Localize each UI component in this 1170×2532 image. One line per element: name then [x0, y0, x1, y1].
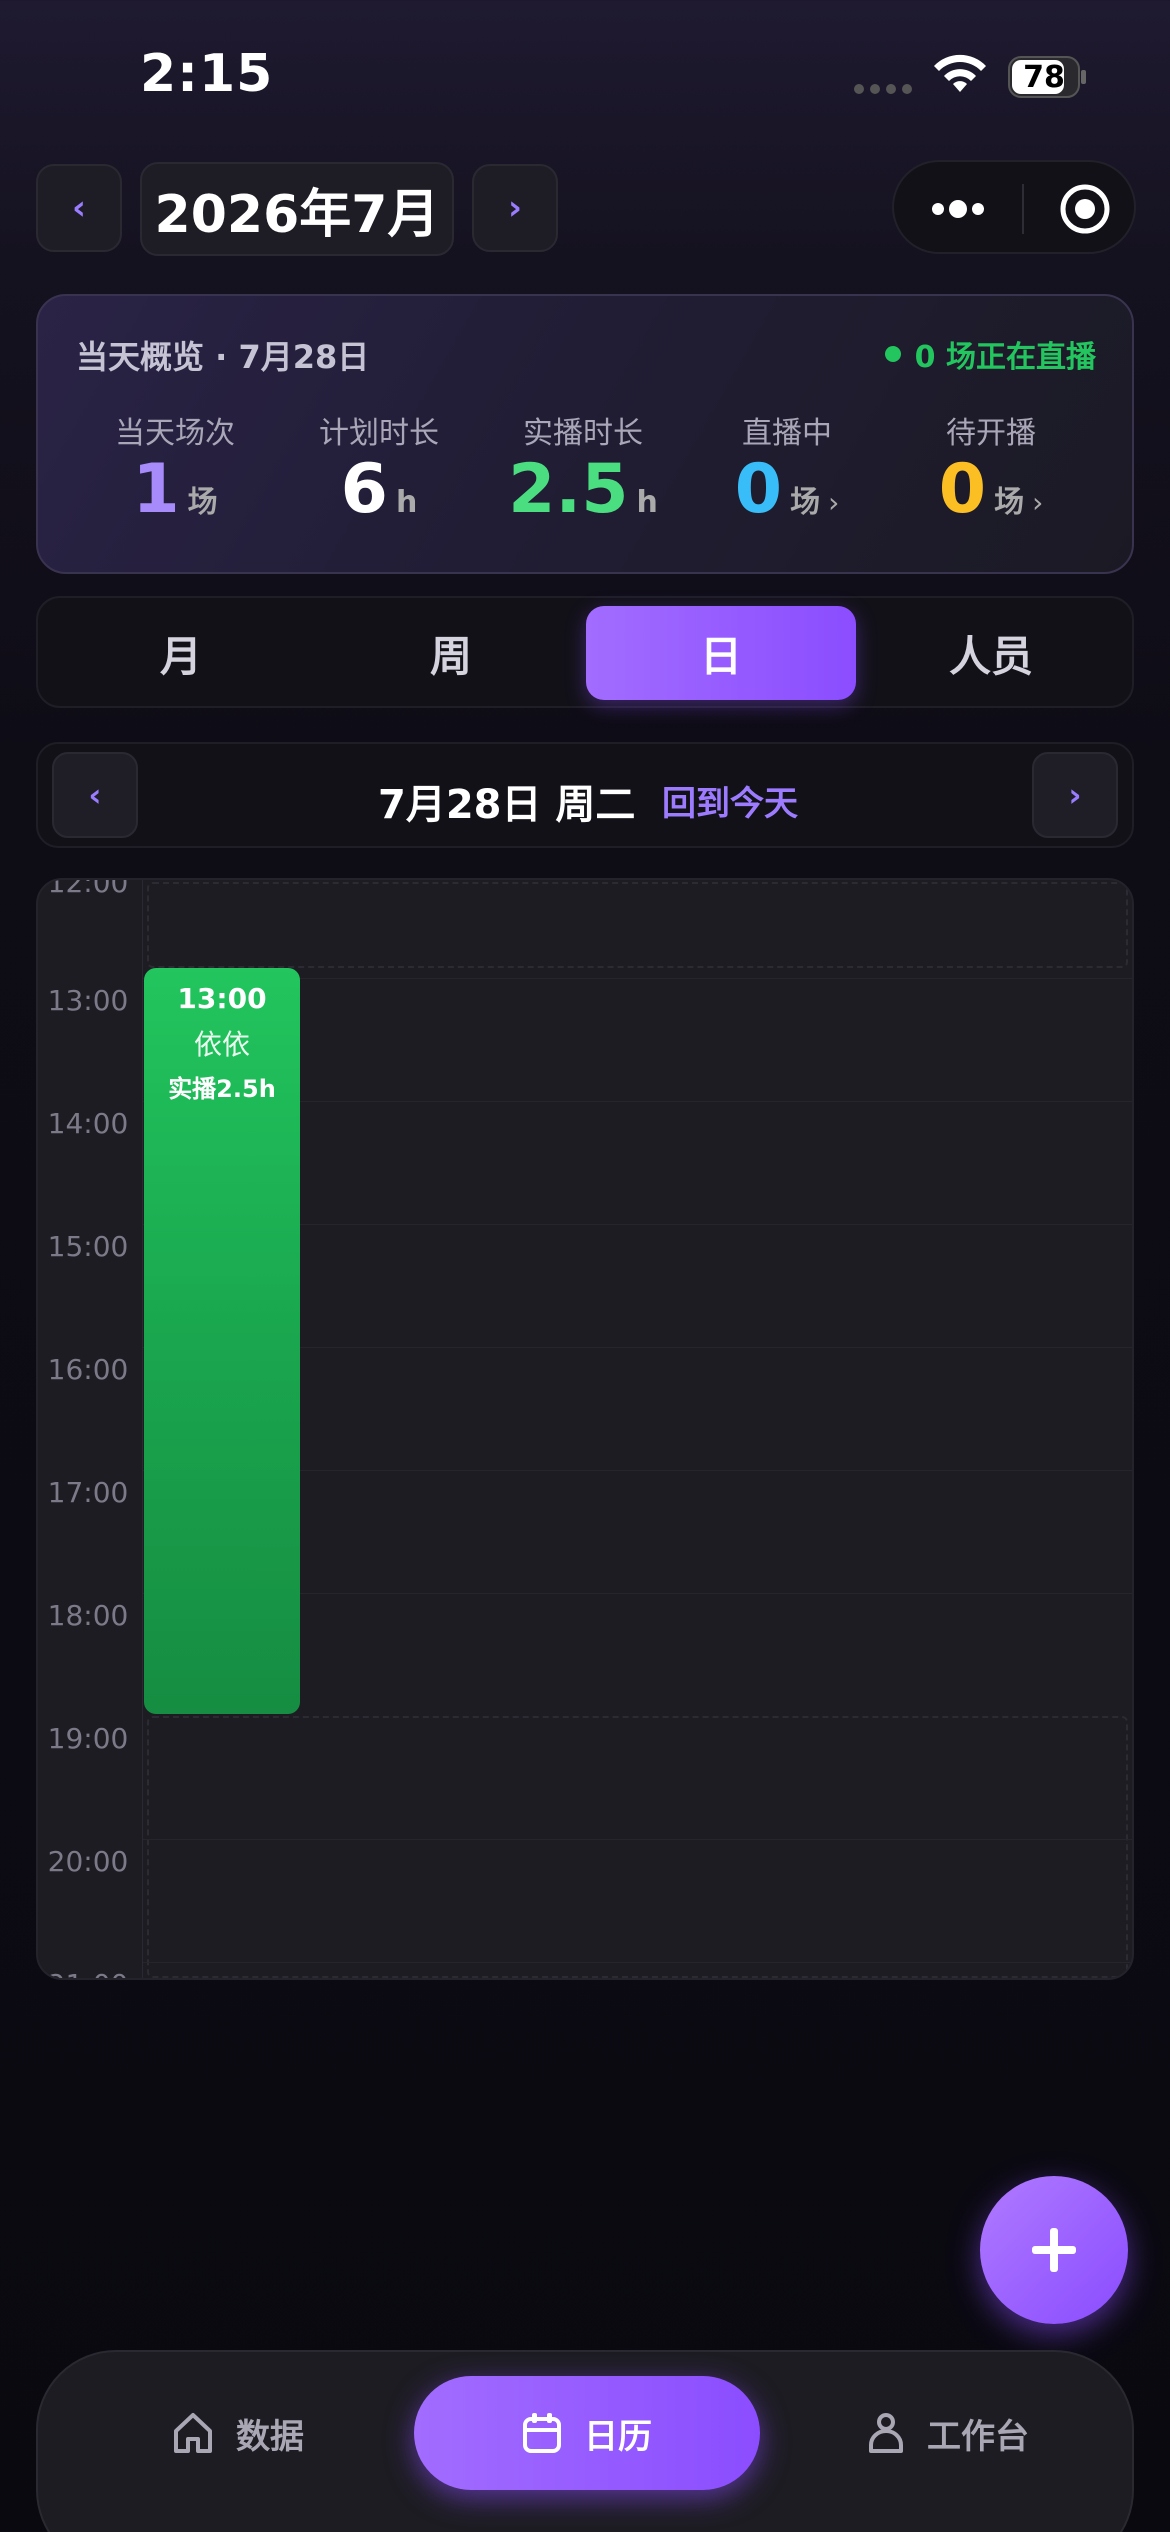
prev-day-button[interactable]: ‹: [52, 752, 138, 838]
user-icon: [869, 2413, 903, 2453]
status-time: 2:15: [140, 44, 274, 104]
hour-label: 20:00: [47, 1845, 129, 1878]
stat-value: 0: [938, 450, 987, 529]
tab-day[interactable]: 日: [586, 606, 856, 700]
stat-unit: 场: [187, 485, 218, 520]
close-target-icon[interactable]: [1058, 182, 1112, 236]
hour-label: 13:00: [47, 984, 129, 1017]
overview-title: 当天概览 · 7月28日: [76, 338, 370, 376]
signal-icon: [854, 84, 912, 94]
mini-program-capsule: [892, 160, 1136, 254]
stat-label: 待开播: [946, 416, 1036, 451]
day-timeline[interactable]: 12:00 13:00 14:00 15:00 16:00 17:00 18:0…: [36, 878, 1134, 1980]
live-dot-icon: [884, 346, 901, 362]
chevron-right-icon: ›: [1032, 486, 1044, 519]
next-month-button[interactable]: ›: [472, 164, 558, 252]
add-session-button[interactable]: [980, 2176, 1128, 2324]
month-title[interactable]: 2026年7月: [140, 162, 454, 256]
day-navigator: ‹ 7月28日 周二 回到今天 ›: [36, 742, 1134, 848]
day-overview-card: 当天概览 · 7月28日 0 场正在直播 当天场次 1场 计划时长 6h 实播时…: [36, 294, 1134, 574]
empty-slot[interactable]: [147, 882, 1128, 968]
stat-unit: 场: [790, 485, 821, 520]
nav-data[interactable]: 数据: [138, 2376, 338, 2490]
stat-unit: h: [636, 485, 658, 520]
nav-workbench[interactable]: 工作台: [838, 2376, 1058, 2490]
stat-label: 直播中: [742, 416, 832, 451]
next-day-button[interactable]: ›: [1032, 752, 1118, 838]
live-session-event[interactable]: 13:00 依依 实播2.5h: [144, 968, 300, 1714]
hour-label: 16:00: [47, 1353, 129, 1386]
nav-label: 日历: [584, 2416, 652, 2457]
chevron-right-icon: ›: [828, 486, 840, 519]
battery-icon: 78: [1008, 56, 1088, 98]
stat-unit: h: [395, 485, 418, 520]
stat-label: 实播时长: [523, 416, 643, 451]
back-to-today-link[interactable]: 回到今天: [662, 776, 798, 825]
hour-label: 17:00: [47, 1476, 129, 1509]
capsule-divider: [1022, 184, 1024, 234]
bottom-nav: 数据 日历 工作台: [36, 2350, 1134, 2532]
hour-line: [143, 1839, 1132, 1840]
wifi-icon: [934, 54, 986, 92]
battery-level: 78: [1023, 60, 1065, 95]
event-streamer: 依依: [193, 1028, 250, 1061]
stat-label: 计划时长: [319, 416, 439, 451]
nav-label: 工作台: [927, 2416, 1029, 2457]
stat-value: 6: [340, 450, 388, 529]
hour-label: 12:00: [47, 878, 129, 899]
event-duration: 实播2.5h: [168, 1075, 276, 1103]
more-icon[interactable]: [928, 194, 988, 224]
plus-icon: [1032, 2228, 1076, 2272]
stat-value: 0: [734, 450, 783, 529]
live-text: 0 场正在直播: [914, 340, 1096, 375]
live-status: 0 场正在直播: [884, 332, 1096, 376]
empty-slot[interactable]: [147, 1716, 1128, 1978]
home-icon: [174, 2413, 212, 2453]
tab-people[interactable]: 人员: [856, 606, 1126, 700]
current-date: 7月28日 周二: [378, 782, 636, 828]
hour-label: 19:00: [47, 1722, 129, 1755]
stat-unit: 场: [994, 485, 1025, 520]
tab-month[interactable]: 月: [46, 606, 316, 700]
hour-labels: 12:00 13:00 14:00 15:00 16:00 17:00 18:0…: [38, 880, 142, 1978]
view-tabs: 月 周 日 人员: [36, 596, 1134, 708]
nav-label: 数据: [236, 2416, 304, 2457]
hour-label: 15:00: [47, 1230, 129, 1263]
tab-week[interactable]: 周: [316, 606, 586, 700]
stat-value: 1: [132, 450, 180, 529]
hour-line: [143, 1962, 1132, 1963]
hour-label: 21:00: [38, 1968, 138, 1978]
hour-label: 18:00: [47, 1599, 129, 1632]
stat-value: 2.5: [508, 450, 629, 529]
event-time: 13:00: [177, 982, 267, 1015]
prev-month-button[interactable]: ‹: [36, 164, 122, 252]
hour-label: 14:00: [47, 1107, 129, 1140]
nav-calendar[interactable]: 日历: [414, 2376, 760, 2490]
calendar-icon: [523, 2413, 561, 2453]
stat-label: 当天场次: [115, 416, 235, 451]
